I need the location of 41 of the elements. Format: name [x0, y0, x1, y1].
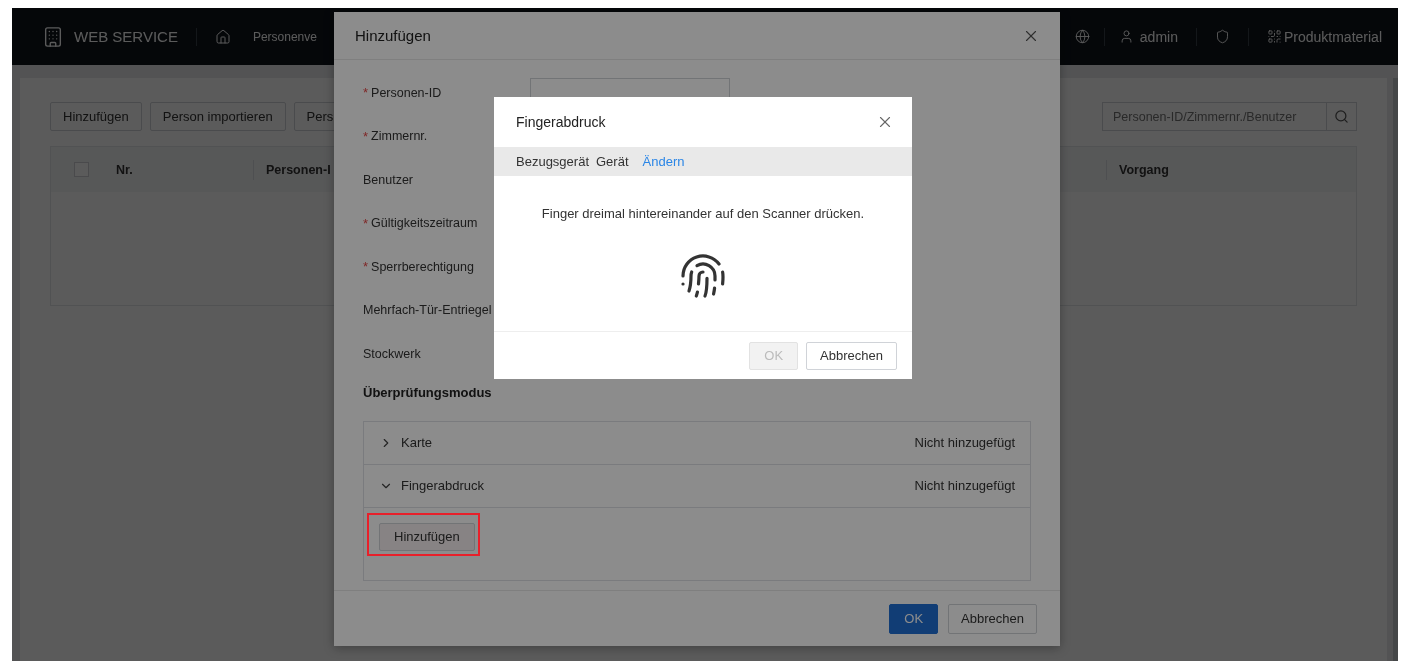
method-status: Nicht hinzugefügt [914, 435, 1015, 450]
section-title: Überprüfungsmodus [363, 384, 493, 402]
brand-name: WEB SERVICE [74, 28, 178, 45]
globe-icon[interactable] [1074, 29, 1090, 44]
building-icon [42, 25, 64, 48]
field-label: Zimmernr. [371, 129, 428, 144]
search-icon [1334, 109, 1349, 124]
method-name: Karte [401, 435, 433, 450]
field-label: Stockwerk [363, 346, 421, 361]
dialog-title: Fingerabdruck [516, 114, 606, 130]
method-name: Fingerabdruck [401, 478, 485, 493]
method-row[interactable]: Fingerabdruck Nicht hinzugefügt [364, 464, 1030, 508]
cancel-button[interactable]: Abbrechen [806, 341, 897, 370]
required-mark: * [363, 215, 369, 231]
user-icon[interactable] [1118, 29, 1134, 44]
method-status: Nicht hinzugefügt [914, 478, 1015, 493]
column-header: Nr. [115, 161, 134, 179]
search-button[interactable] [1327, 102, 1357, 131]
cancel-button[interactable]: Abbrechen [948, 603, 1037, 634]
required-mark: * [363, 85, 369, 101]
add-button[interactable]: Hinzufügen [379, 522, 475, 551]
home-icon[interactable] [214, 28, 231, 45]
shield-icon[interactable] [1214, 29, 1230, 44]
nav-item[interactable]: Personenve [252, 29, 317, 44]
required-mark: * [363, 259, 369, 275]
field-label: Sperrberechtigung [371, 259, 474, 274]
ok-button[interactable]: OK [889, 603, 939, 634]
fingerprint-icon [679, 251, 727, 301]
method-row[interactable]: Karte Nicht hinzugefügt [364, 421, 1030, 465]
product-link[interactable]: Produktmaterial [1283, 28, 1382, 45]
field-label: Mehrfach-Tür-Entriegel [363, 303, 492, 318]
user-name[interactable]: admin [1139, 28, 1178, 45]
toolbar-button[interactable]: Hinzufügen [50, 102, 142, 131]
field-label: Personen-ID [371, 85, 442, 100]
dialog-title: Hinzufügen [355, 27, 431, 44]
instruction-text: Finger dreimal hintereinander auf den Scanner drücken. [541, 206, 865, 221]
required-mark: * [363, 128, 369, 144]
column-header: Vorgang [1106, 159, 1356, 180]
grid-icon[interactable] [1266, 29, 1282, 44]
field-label: Gültigkeitszeitraum [371, 216, 478, 231]
toolbar-button[interactable]: Person importieren [149, 102, 286, 131]
